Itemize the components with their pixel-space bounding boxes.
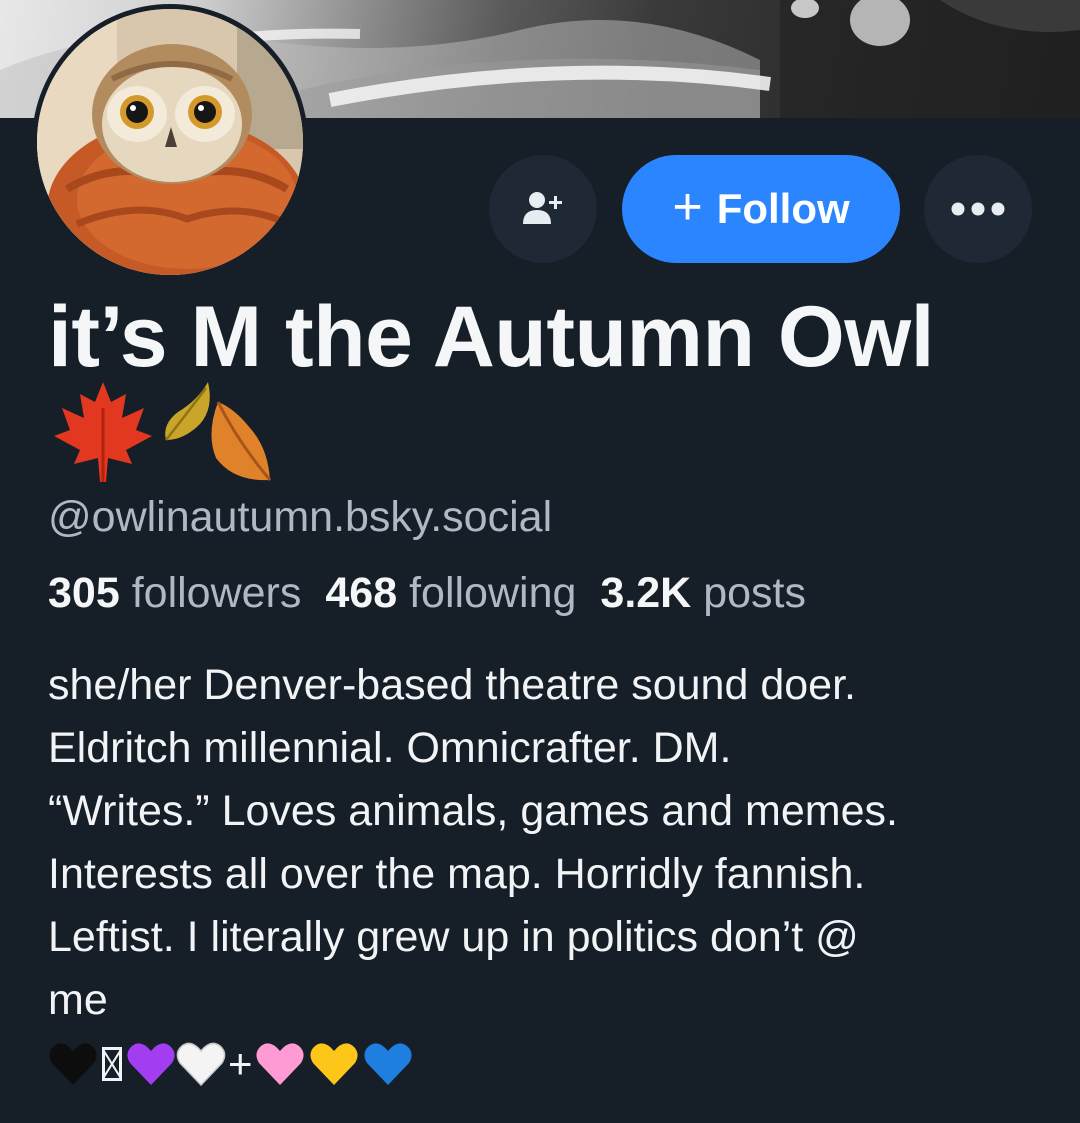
pink-heart-icon <box>255 1043 304 1085</box>
bio-line: “Writes.” Loves animals, games and memes… <box>48 787 898 835</box>
white-heart-icon <box>176 1042 226 1087</box>
bio-line: me <box>48 976 108 1024</box>
unknown-glyph-icon <box>102 1047 122 1081</box>
avatar[interactable] <box>32 4 308 280</box>
bio-emoji-row: + <box>48 1034 413 1094</box>
user-plus-icon <box>523 192 562 224</box>
followers-label: followers <box>131 569 302 617</box>
blue-heart-icon <box>363 1043 412 1085</box>
yellow-heart-icon <box>309 1043 358 1085</box>
display-name: it’s M the Autumn Owl <box>48 289 935 385</box>
fallen-leaf-icon <box>211 401 272 481</box>
posts-label: posts <box>703 569 806 617</box>
profile-page: + Follow it’s M the Autumn Owl @owlinaut… <box>0 0 1080 1123</box>
more-options-button[interactable] <box>924 155 1032 263</box>
bio-line: Leftist. I literally grew up in politics… <box>48 913 859 961</box>
followers-count: 305 <box>48 569 120 617</box>
follow-button[interactable]: + Follow <box>622 155 900 263</box>
profile-handle[interactable]: @owlinautumn.bsky.social <box>48 490 552 544</box>
plus-sign: + <box>228 1040 253 1087</box>
avatar-image <box>37 9 303 275</box>
posts-count: 3.2K <box>600 569 692 617</box>
display-name-emoji <box>48 378 278 488</box>
maple-leaf-icon <box>54 382 152 482</box>
plus-icon: + <box>672 178 703 236</box>
followers-link[interactable]: 305 followers <box>48 569 325 617</box>
falling-leaf-icon <box>165 382 210 441</box>
black-heart-icon <box>49 1043 97 1085</box>
purple-heart-icon <box>127 1043 175 1085</box>
profile-stats: 305 followers 468 following 3.2K posts <box>48 565 830 621</box>
follow-label: Follow <box>716 185 850 232</box>
following-count: 468 <box>325 569 398 617</box>
following-label: following <box>409 569 577 617</box>
bio-line: she/her Denver-based theatre sound doer. <box>48 661 856 709</box>
bio-line: Interests all over the map. Horridly fan… <box>48 850 866 898</box>
following-link[interactable]: 468 following <box>325 569 600 617</box>
posts-link: 3.2K posts <box>600 569 830 617</box>
add-user-button[interactable] <box>489 155 597 263</box>
bio-line: Eldritch millennial. Omnicrafter. DM. <box>48 724 732 772</box>
ellipsis-icon <box>951 202 1005 216</box>
profile-bio: she/her Denver-based theatre sound doer.… <box>48 654 1058 1032</box>
